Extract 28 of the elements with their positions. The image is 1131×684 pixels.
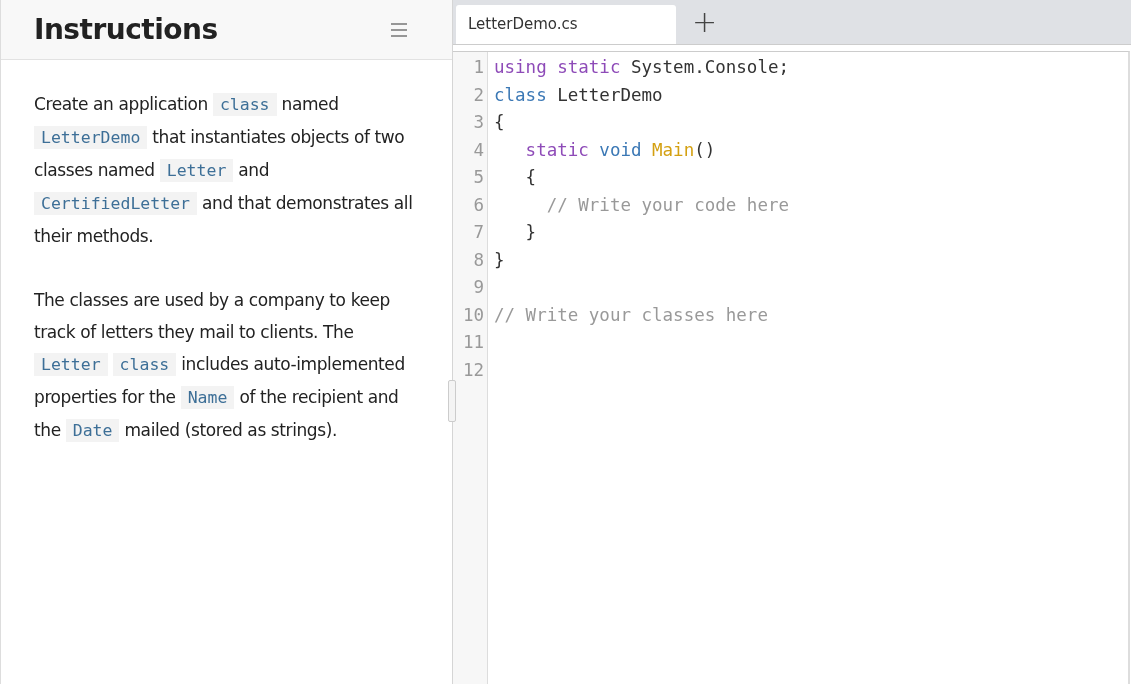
line-number: 2: [472, 83, 485, 107]
menu-icon[interactable]: [390, 22, 408, 37]
line-number: 1: [472, 56, 485, 79]
new-tab-button[interactable]: +: [688, 7, 722, 37]
code-line: // Write your code here: [545, 194, 789, 215]
line-number: 8: [472, 248, 485, 272]
line-number: 3: [472, 111, 485, 134]
line-number: 4: [472, 138, 485, 162]
instructions-paragraph: The classes are used by a company to keep track of letters they mail to clients. The Letter class includes auto-implemented properties for the Name of the recipient and the Date mailed (stored as strings).: [34, 289, 406, 444]
code-line: class LetterDemo: [494, 84, 663, 105]
line-number: 7: [472, 221, 485, 244]
resize-handle[interactable]: [448, 380, 456, 422]
code-line: }: [494, 249, 505, 270]
instructions-paragraph: Create an application class named LetterDemo that instantiates objects of two classes named Letter and CertifiedLetter and that demonstrates all their methods.: [34, 92, 414, 248]
line-number: 12: [461, 358, 485, 382]
line-number: 5: [472, 166, 485, 189]
line-number: 6: [472, 193, 485, 217]
code-line: }: [524, 222, 537, 242]
instructions-title: Instructions: [34, 13, 218, 46]
code-line: static void Main(): [524, 139, 716, 160]
line-number: 10: [461, 303, 485, 327]
code-line: // Write your classes here: [494, 304, 768, 325]
line-number: 9: [472, 276, 485, 299]
line-number: 11: [461, 331, 485, 354]
code-line: using static System.Console;: [494, 57, 789, 77]
code-line: {: [524, 167, 537, 187]
file-tab[interactable]: LetterDemo.cs: [456, 5, 676, 44]
code-line: {: [494, 112, 505, 132]
